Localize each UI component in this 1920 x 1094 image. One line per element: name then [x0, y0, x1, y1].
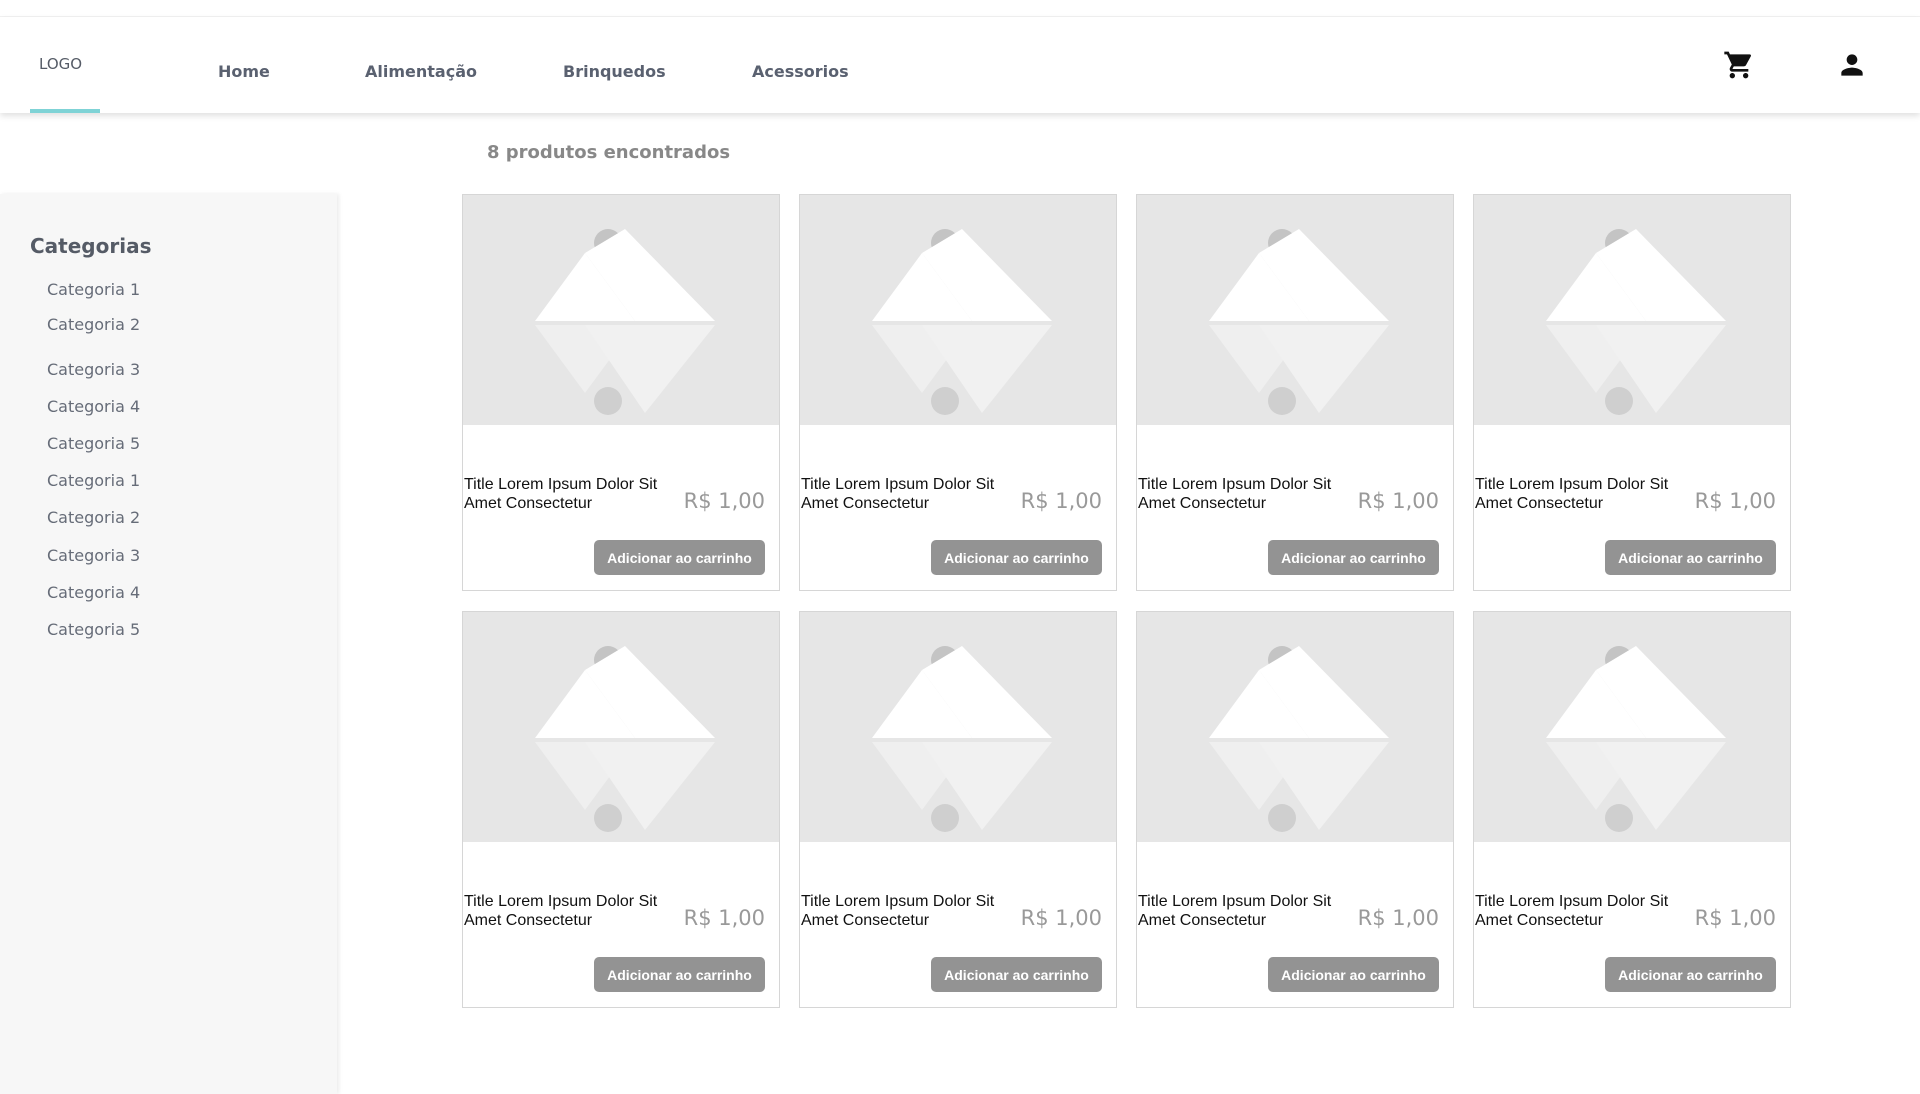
user-icon[interactable]: [1836, 49, 1868, 81]
product-card[interactable]: Title Lorem Ipsum Dolor Sit Amet Consect…: [1136, 194, 1454, 591]
product-price: R$ 1,00: [1694, 489, 1776, 513]
sidebar-item-categoria-3b[interactable]: Categoria 3: [47, 546, 140, 565]
product-title: Title Lorem Ipsum Dolor Sit Amet Consect…: [1138, 476, 1332, 512]
product-image-placeholder: [1474, 612, 1790, 842]
add-to-cart-button[interactable]: Adicionar ao carrinho: [594, 540, 765, 575]
product-title: Title Lorem Ipsum Dolor Sit Amet Consect…: [464, 893, 658, 929]
add-to-cart-button[interactable]: Adicionar ao carrinho: [931, 540, 1102, 575]
product-card[interactable]: Title Lorem Ipsum Dolor Sit Amet Consect…: [462, 194, 780, 591]
product-image-placeholder: [1137, 195, 1453, 425]
add-to-cart-button[interactable]: Adicionar ao carrinho: [1268, 540, 1439, 575]
sidebar-item-categoria-2b[interactable]: Categoria 2: [47, 508, 140, 527]
product-title: Title Lorem Ipsum Dolor Sit Amet Consect…: [1475, 893, 1669, 929]
nav-alimentacao[interactable]: Alimentação: [365, 62, 477, 81]
product-price: R$ 1,00: [1020, 906, 1102, 930]
nav-brinquedos[interactable]: Brinquedos: [563, 62, 666, 81]
product-image-placeholder: [800, 195, 1116, 425]
add-to-cart-button[interactable]: Adicionar ao carrinho: [1605, 540, 1776, 575]
product-image-placeholder: [800, 612, 1116, 842]
sidebar-item-categoria-1[interactable]: Categoria 1: [47, 280, 140, 299]
logo-text: LOGO: [39, 55, 83, 73]
product-card[interactable]: Title Lorem Ipsum Dolor Sit Amet Consect…: [1136, 611, 1454, 1008]
categories-heading: Categorias: [30, 234, 152, 258]
product-card[interactable]: Title Lorem Ipsum Dolor Sit Amet Consect…: [1473, 611, 1791, 1008]
product-title: Title Lorem Ipsum Dolor Sit Amet Consect…: [1138, 893, 1332, 929]
product-price: R$ 1,00: [1357, 906, 1439, 930]
product-image-placeholder: [1137, 612, 1453, 842]
add-to-cart-button[interactable]: Adicionar ao carrinho: [1605, 957, 1776, 992]
cart-icon[interactable]: [1723, 49, 1755, 81]
add-to-cart-button[interactable]: Adicionar ao carrinho: [594, 957, 765, 992]
sidebar-item-categoria-4[interactable]: Categoria 4: [47, 397, 140, 416]
add-to-cart-button[interactable]: Adicionar ao carrinho: [1268, 957, 1439, 992]
sidebar-item-categoria-5[interactable]: Categoria 5: [47, 434, 140, 453]
category-sidebar: Categorias Categoria 1 Categoria 2 Categ…: [0, 194, 337, 1094]
sidebar-item-categoria-3[interactable]: Categoria 3: [47, 360, 140, 379]
product-title: Title Lorem Ipsum Dolor Sit Amet Consect…: [1475, 476, 1669, 512]
site-header: LOGO Home Alimentação Brinquedos Acessor…: [0, 17, 1920, 113]
product-image-placeholder: [463, 195, 779, 425]
add-to-cart-button[interactable]: Adicionar ao carrinho: [931, 957, 1102, 992]
product-image-placeholder: [1474, 195, 1790, 425]
product-image-placeholder: [463, 612, 779, 842]
sidebar-item-categoria-2[interactable]: Categoria 2: [47, 315, 140, 334]
nav-home[interactable]: Home: [218, 62, 270, 81]
nav-acessorios[interactable]: Acessorios: [752, 62, 849, 81]
results-count: 8 produtos encontrados: [487, 142, 731, 163]
product-title: Title Lorem Ipsum Dolor Sit Amet Consect…: [464, 476, 658, 512]
product-price: R$ 1,00: [683, 489, 765, 513]
sidebar-item-categoria-5b[interactable]: Categoria 5: [47, 620, 140, 639]
product-card[interactable]: Title Lorem Ipsum Dolor Sit Amet Consect…: [1473, 194, 1791, 591]
product-title: Title Lorem Ipsum Dolor Sit Amet Consect…: [801, 893, 995, 929]
product-card[interactable]: Title Lorem Ipsum Dolor Sit Amet Consect…: [462, 611, 780, 1008]
product-card[interactable]: Title Lorem Ipsum Dolor Sit Amet Consect…: [799, 194, 1117, 591]
logo[interactable]: LOGO: [30, 17, 100, 113]
product-title: Title Lorem Ipsum Dolor Sit Amet Consect…: [801, 476, 995, 512]
product-price: R$ 1,00: [683, 906, 765, 930]
product-price: R$ 1,00: [1357, 489, 1439, 513]
sidebar-item-categoria-4b[interactable]: Categoria 4: [47, 583, 140, 602]
product-price: R$ 1,00: [1020, 489, 1102, 513]
product-card[interactable]: Title Lorem Ipsum Dolor Sit Amet Consect…: [799, 611, 1117, 1008]
sidebar-item-categoria-1b[interactable]: Categoria 1: [47, 471, 140, 490]
product-price: R$ 1,00: [1694, 906, 1776, 930]
